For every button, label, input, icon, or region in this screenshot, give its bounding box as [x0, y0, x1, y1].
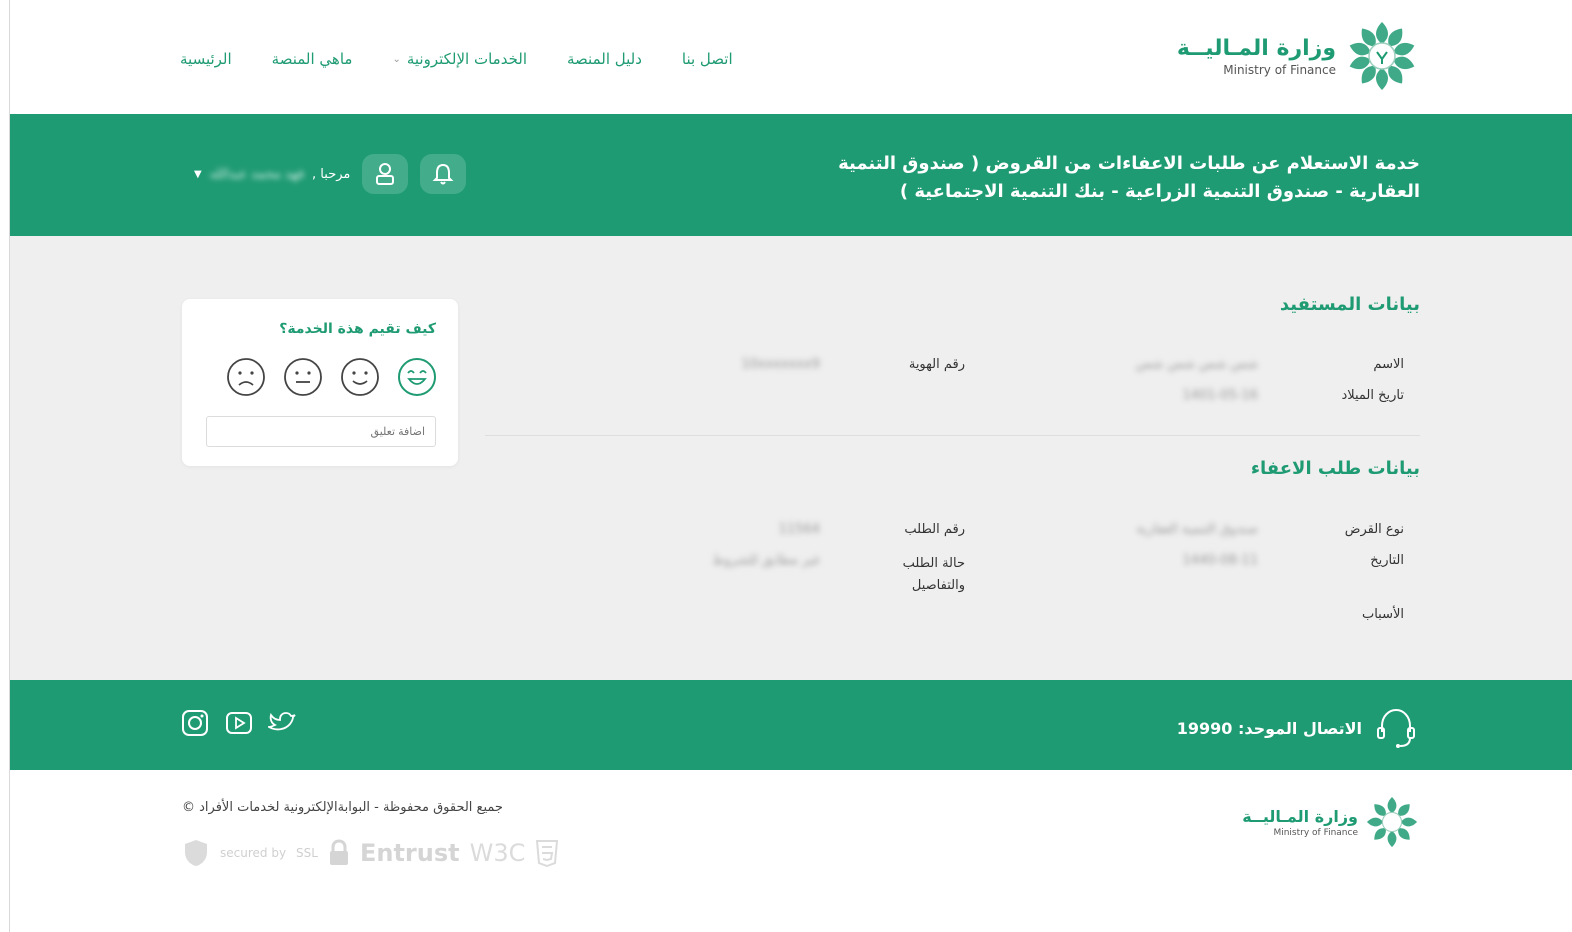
- entrust-badge: Entrust: [359, 839, 460, 867]
- lock-icon: [329, 839, 348, 865]
- copyright-text: جميع الحقوق محفوظة - البوابةالإلكترونية …: [182, 800, 503, 815]
- status-value: غير مطابق للشروط: [712, 553, 820, 568]
- neutral-face-icon[interactable]: [283, 357, 323, 397]
- ministry-emblem-icon: [1349, 22, 1415, 90]
- security-badges: secured by SSL Entrust W3C: [182, 838, 559, 868]
- profile-button[interactable]: [362, 154, 409, 194]
- user-menu[interactable]: مرحبا , فهد محمد عبدالله ▼: [194, 167, 350, 182]
- birthdate-value: 1401-05-16: [1182, 388, 1258, 403]
- comment-input[interactable]: [206, 416, 436, 447]
- nav-e-services[interactable]: الخدمات الإلكترونية ⌄: [392, 50, 527, 68]
- notifications-button[interactable]: [420, 154, 467, 194]
- footer-logo-text: وزارة المـاليــة Ministry of Finance: [1242, 807, 1358, 838]
- nav-e-services-label: الخدمات الإلكترونية: [406, 50, 527, 68]
- footer-logo[interactable]: وزارة المـاليــة Ministry of Finance: [1242, 794, 1420, 850]
- bell-icon: [432, 163, 454, 185]
- youtube-icon[interactable]: [224, 708, 254, 738]
- id-value: 10xxxxxxx9: [741, 357, 820, 372]
- instagram-icon[interactable]: [180, 708, 210, 738]
- beneficiary-section-title: بيانات المستفيد: [1279, 294, 1420, 315]
- date-label: التاريخ: [1370, 553, 1404, 568]
- user-name: فهد محمد عبدالله: [209, 166, 305, 182]
- top-navbar: وزارة المـاليــة Ministry of Finance الر…: [10, 0, 1572, 114]
- nav-about-label: ماهي المنصة: [271, 50, 353, 68]
- logo-english: Ministry of Finance: [1223, 62, 1336, 77]
- ministry-logo[interactable]: وزارة المـاليــة Ministry of Finance: [1177, 18, 1420, 94]
- name-label: الاسم: [1373, 357, 1404, 372]
- nav-about-platform[interactable]: ماهي المنصة: [272, 50, 353, 68]
- nav-guide-label: دليل المنصة: [567, 50, 642, 68]
- section-divider: [485, 435, 1420, 436]
- user-icon: [376, 163, 395, 185]
- footer-logo-arabic: وزارة المـاليــة: [1242, 806, 1358, 826]
- service-rating-card: كيف تقيم هذة الخدمة؟: [182, 299, 458, 466]
- logo-text: وزارة المـاليــة Ministry of Finance: [1177, 36, 1336, 77]
- reasons-label: الأسباب: [1361, 607, 1404, 622]
- ssl-badge: SSL: [296, 846, 318, 860]
- nav-contact-us[interactable]: اتصل بنا: [682, 50, 733, 68]
- w3c-badge: W3C: [469, 839, 526, 867]
- service-title: خدمة الاستعلام عن طلبات الاعفاءات من الق…: [838, 153, 1420, 202]
- rating-title: كيف تقيم هذة الخدمة؟: [279, 321, 436, 337]
- loan-type-label: نوع القرض: [1344, 522, 1404, 537]
- nav-platform-guide[interactable]: دليل المنصة: [567, 50, 642, 68]
- unified-hotline[interactable]: الاتصال الموحد: 19990: [1177, 704, 1420, 752]
- smile-face-icon[interactable]: [340, 357, 380, 397]
- nav-contact-label: اتصل بنا: [681, 50, 733, 68]
- page-frame: وزارة المـاليــة Ministry of Finance الر…: [9, 0, 1572, 932]
- loan-type-value: صندوق التنمية العقارية: [1136, 522, 1259, 537]
- headset-icon: [1377, 708, 1415, 748]
- hotline-text: الاتصال الموحد: 19990: [1176, 718, 1362, 738]
- footer-logo-english: Ministry of Finance: [1273, 827, 1358, 838]
- chevron-down-icon: ⌄: [392, 53, 401, 65]
- request-number-label: رقم الطلب: [904, 522, 965, 537]
- nav-home[interactable]: الرئيسية: [180, 50, 232, 68]
- bottom-footer: جميع الحقوق محفوظة - البوابةالإلكترونية …: [10, 770, 1572, 932]
- sad-face-icon[interactable]: [226, 357, 266, 397]
- nav-home-label: الرئيسية: [180, 50, 232, 68]
- main-nav: الرئيسية ماهي المنصة الخدمات الإلكترونية…: [180, 50, 733, 68]
- social-links: [180, 708, 298, 738]
- welcome-text: مرحبا ,: [312, 166, 351, 182]
- footer-contact-bar: الاتصال الموحد: 19990: [10, 680, 1572, 770]
- shield-icon: [185, 840, 207, 866]
- ministry-emblem-small-icon: [1366, 796, 1418, 848]
- twitter-icon[interactable]: [268, 708, 298, 738]
- request-number-value: 11564: [778, 522, 820, 537]
- caret-down-icon: ▼: [194, 168, 202, 180]
- rating-faces: [226, 357, 437, 397]
- birthdate-label: تاريخ الميلاد: [1341, 388, 1404, 403]
- logo-arabic: وزارة المـاليــة: [1176, 35, 1336, 61]
- service-header-band: خدمة الاستعلام عن طلبات الاعفاءات من الق…: [10, 114, 1572, 236]
- status-label: حالة الطلب والتفاصيل: [902, 556, 965, 593]
- main-content: بيانات المستفيد الاسم شس شس شس شس رقم ال…: [10, 236, 1572, 680]
- happy-face-icon[interactable]: [397, 357, 437, 397]
- html5-icon: [536, 840, 559, 867]
- name-value: شس شس شس شس: [1135, 357, 1258, 372]
- id-label: رقم الهوية: [908, 357, 965, 372]
- date-value: 1440-08-11: [1182, 553, 1258, 568]
- request-section-title: بيانات طلب الاعفاء: [1250, 458, 1420, 479]
- user-area: مرحبا , فهد محمد عبدالله ▼: [182, 154, 467, 194]
- secured-by-badge: secured by: [220, 846, 287, 860]
